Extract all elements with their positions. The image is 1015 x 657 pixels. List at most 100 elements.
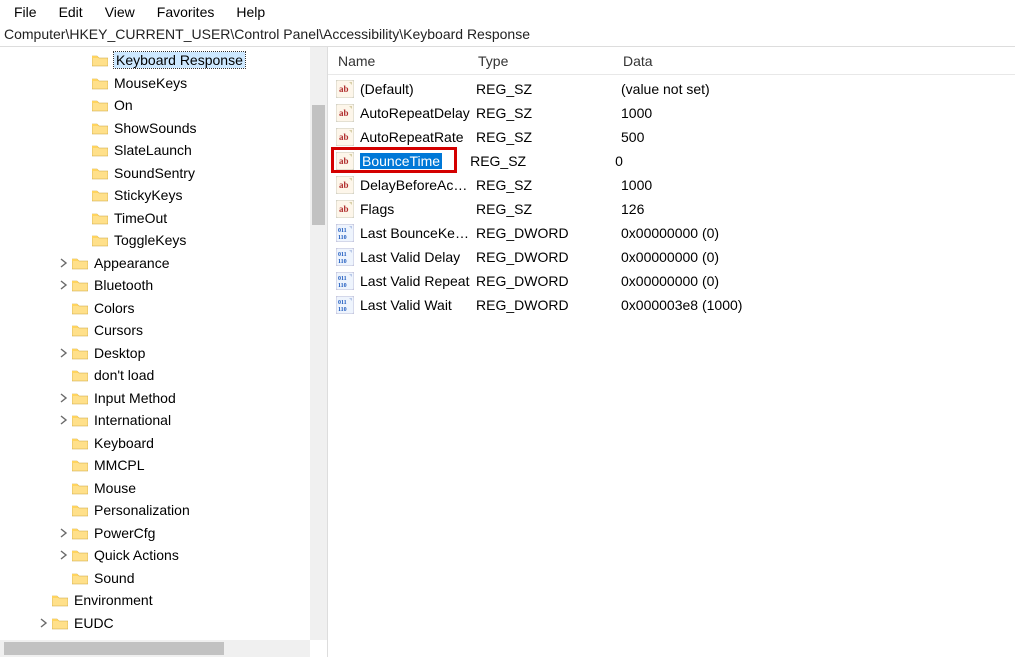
value-name: (Default) <box>360 81 476 97</box>
list-row[interactable]: DelayBeforeAcc...REG_SZ1000 <box>328 173 1015 197</box>
value-data: 0x00000000 (0) <box>621 249 1015 265</box>
folder-icon <box>52 593 68 607</box>
folder-icon <box>72 278 88 292</box>
chevron-right-icon[interactable] <box>56 550 70 560</box>
tree-item[interactable]: Keyboard Response <box>0 49 310 72</box>
chevron-right-icon[interactable] <box>56 258 70 268</box>
menu-help[interactable]: Help <box>226 2 275 22</box>
reg-binary-icon <box>336 296 354 314</box>
folder-icon <box>92 143 108 157</box>
value-data: 0x00000000 (0) <box>621 273 1015 289</box>
folder-icon <box>92 233 108 247</box>
tree-item-label: Bluetooth <box>94 277 153 293</box>
folder-icon <box>72 571 88 585</box>
folder-icon <box>92 53 108 67</box>
chevron-right-icon[interactable] <box>56 393 70 403</box>
menu-file[interactable]: File <box>4 2 47 22</box>
list-row[interactable]: FlagsREG_SZ126 <box>328 197 1015 221</box>
value-name: AutoRepeatDelay <box>360 105 476 121</box>
tree-item[interactable]: SlateLaunch <box>0 139 310 162</box>
tree-horizontal-scrollbar[interactable] <box>0 640 310 657</box>
tree-item[interactable]: On <box>0 94 310 117</box>
folder-icon <box>72 481 88 495</box>
tree-item[interactable]: International <box>0 409 310 432</box>
value-type: REG_DWORD <box>476 225 621 241</box>
folder-icon <box>72 256 88 270</box>
tree-item-label: SlateLaunch <box>114 142 192 158</box>
tree-item[interactable]: Appearance <box>0 252 310 275</box>
list-row[interactable]: AutoRepeatRateREG_SZ500 <box>328 125 1015 149</box>
folder-icon <box>92 121 108 135</box>
tree-item[interactable]: MouseKeys <box>0 72 310 95</box>
tree-item[interactable]: ToggleKeys <box>0 229 310 252</box>
tree-item-label: Mouse <box>94 480 136 496</box>
tree-item[interactable]: PowerCfg <box>0 522 310 545</box>
tree-item[interactable]: Desktop <box>0 342 310 365</box>
tree-item[interactable]: Keyboard <box>0 432 310 455</box>
reg-string-icon <box>336 200 354 218</box>
chevron-right-icon[interactable] <box>56 415 70 425</box>
tree-item[interactable]: don't load <box>0 364 310 387</box>
tree-item[interactable]: Quick Actions <box>0 544 310 567</box>
reg-binary-icon <box>336 224 354 242</box>
tree-item-label: don't load <box>94 367 154 383</box>
tree-item[interactable]: Input Method <box>0 387 310 410</box>
folder-icon <box>72 323 88 337</box>
list-header: Name Type Data <box>328 47 1015 75</box>
reg-string-icon <box>336 80 354 98</box>
list-row[interactable]: Last BounceKey ...REG_DWORD0x00000000 (0… <box>328 221 1015 245</box>
tree-item-label: TimeOut <box>114 210 167 226</box>
tree-item[interactable]: Bluetooth <box>0 274 310 297</box>
value-type: REG_SZ <box>476 129 621 145</box>
scrollbar-thumb[interactable] <box>4 642 224 655</box>
value-name: Last BounceKey ... <box>360 225 476 241</box>
list-row[interactable]: AutoRepeatDelayREG_SZ1000 <box>328 101 1015 125</box>
menu-favorites[interactable]: Favorites <box>147 2 225 22</box>
tree-item[interactable]: MMCPL <box>0 454 310 477</box>
tree-item[interactable]: Cursors <box>0 319 310 342</box>
tree-item[interactable]: Environment <box>0 589 310 612</box>
value-type: REG_SZ <box>476 201 621 217</box>
address-bar[interactable]: Computer\HKEY_CURRENT_USER\Control Panel… <box>0 24 1015 46</box>
menu-view[interactable]: View <box>95 2 145 22</box>
column-header-data[interactable]: Data <box>623 53 1015 69</box>
tree-item[interactable]: TimeOut <box>0 207 310 230</box>
tree-item[interactable]: Colors <box>0 297 310 320</box>
list-row[interactable]: Last Valid DelayREG_DWORD0x00000000 (0) <box>328 245 1015 269</box>
list-row[interactable]: (Default)REG_SZ(value not set) <box>328 77 1015 101</box>
folder-icon <box>72 436 88 450</box>
scrollbar-thumb[interactable] <box>312 105 325 225</box>
value-data: 0 <box>615 153 1015 169</box>
tree-item-label: Cursors <box>94 322 143 338</box>
folder-icon <box>72 301 88 315</box>
reg-string-icon <box>336 152 354 170</box>
chevron-right-icon[interactable] <box>36 618 50 628</box>
list-row[interactable]: Last Valid WaitREG_DWORD0x000003e8 (1000… <box>328 293 1015 317</box>
tree-item-label: Colors <box>94 300 134 316</box>
main-content: Keyboard ResponseMouseKeysOnShowSounds Sl… <box>0 46 1015 657</box>
value-type: REG_SZ <box>476 105 621 121</box>
chevron-right-icon[interactable] <box>56 348 70 358</box>
tree-item[interactable]: ShowSounds <box>0 117 310 140</box>
tree-content: Keyboard ResponseMouseKeysOnShowSounds Sl… <box>0 47 310 640</box>
list-row[interactable]: BounceTimeREG_SZ0 <box>328 149 1015 173</box>
folder-icon <box>92 76 108 90</box>
tree-item[interactable]: Personalization <box>0 499 310 522</box>
tree-item[interactable]: StickyKeys <box>0 184 310 207</box>
tree-item-label: Quick Actions <box>94 547 179 563</box>
tree-item[interactable]: Sound <box>0 567 310 590</box>
tree-item[interactable]: SoundSentry <box>0 162 310 185</box>
value-name: BounceTime <box>360 153 442 169</box>
tree-vertical-scrollbar[interactable] <box>310 47 327 640</box>
value-name: Last Valid Repeat <box>360 273 476 289</box>
column-header-name[interactable]: Name <box>328 53 478 69</box>
tree-item-label: Personalization <box>94 502 190 518</box>
tree-item-label: Keyboard <box>94 435 154 451</box>
list-row[interactable]: Last Valid RepeatREG_DWORD0x00000000 (0) <box>328 269 1015 293</box>
tree-item[interactable]: EUDC <box>0 612 310 635</box>
menu-edit[interactable]: Edit <box>49 2 93 22</box>
chevron-right-icon[interactable] <box>56 280 70 290</box>
chevron-right-icon[interactable] <box>56 528 70 538</box>
tree-item[interactable]: Mouse <box>0 477 310 500</box>
column-header-type[interactable]: Type <box>478 53 623 69</box>
